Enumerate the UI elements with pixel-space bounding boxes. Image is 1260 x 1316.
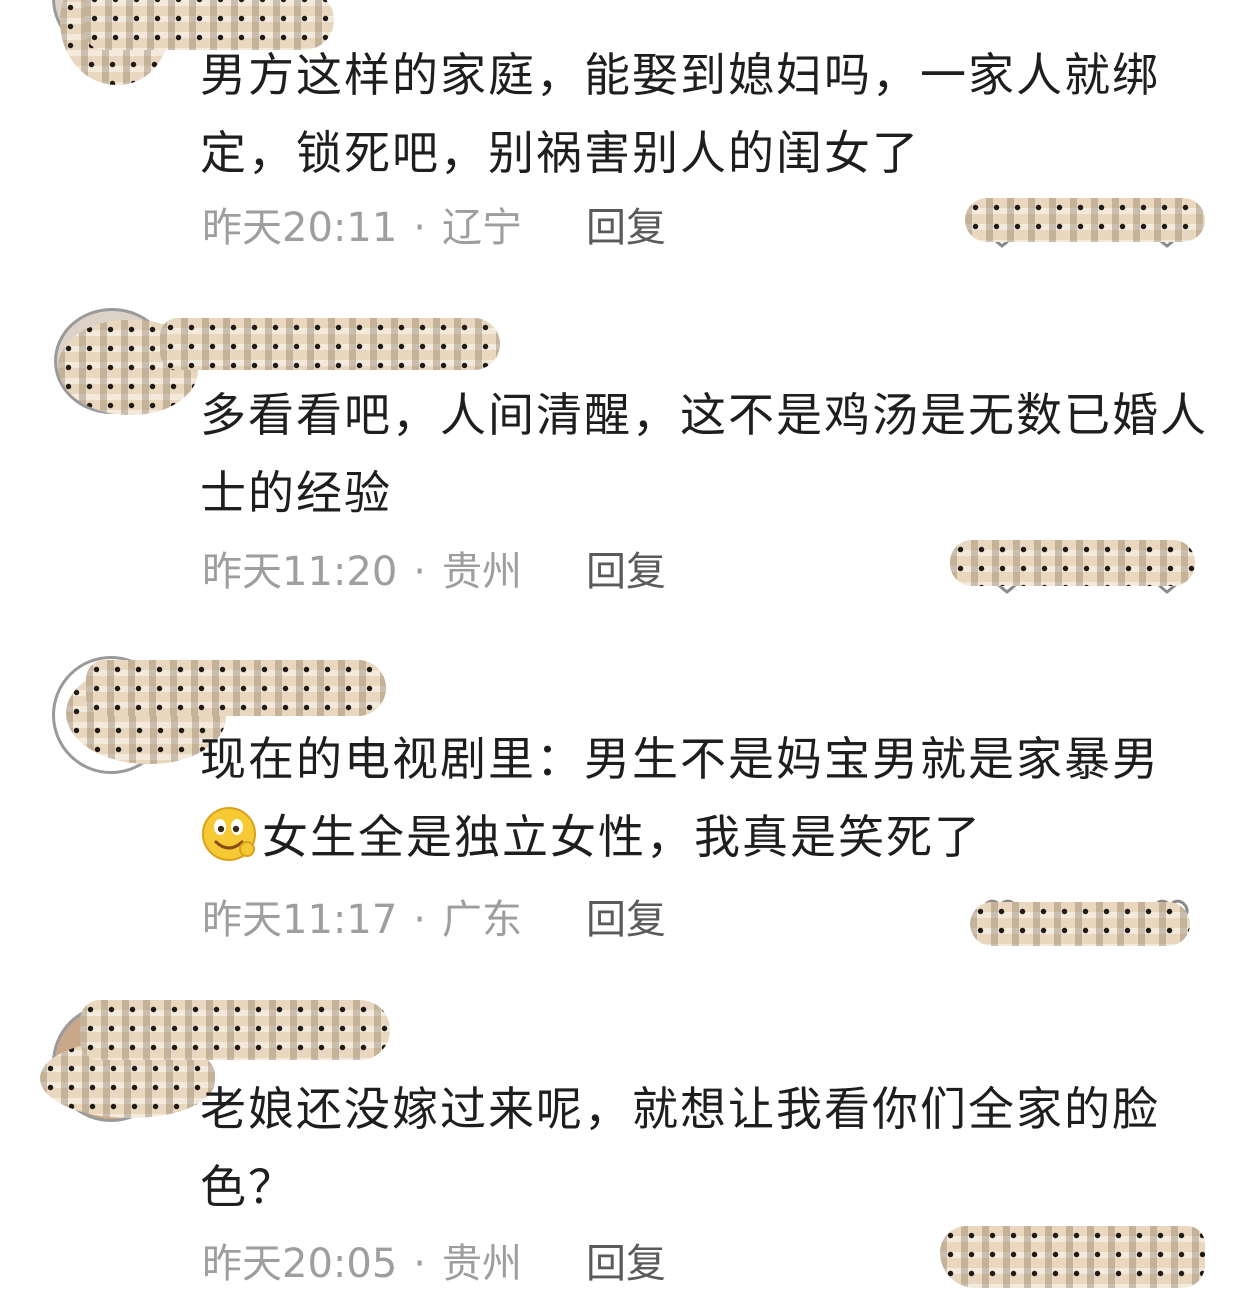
reply-button[interactable]: 回复 <box>586 1240 666 1288</box>
comment-location: 贵州 <box>442 1241 522 1287</box>
comment-item: 老娘还没嫁过来呢，就想让我看你们全家的脸色？ 昨天20:05 · 贵州 回复 <box>0 0 1260 1316</box>
censored-username <box>80 1000 390 1060</box>
comment-time: 昨天20:05 <box>202 1241 398 1287</box>
comment-meta: 昨天20:05 · 贵州 <box>202 1240 522 1288</box>
meta-separator: · <box>413 1241 426 1287</box>
comment-text: 老娘还没嫁过来呢，就想让我看你们全家的脸色？ <box>200 1082 1160 1214</box>
censored-actions <box>940 1226 1205 1288</box>
